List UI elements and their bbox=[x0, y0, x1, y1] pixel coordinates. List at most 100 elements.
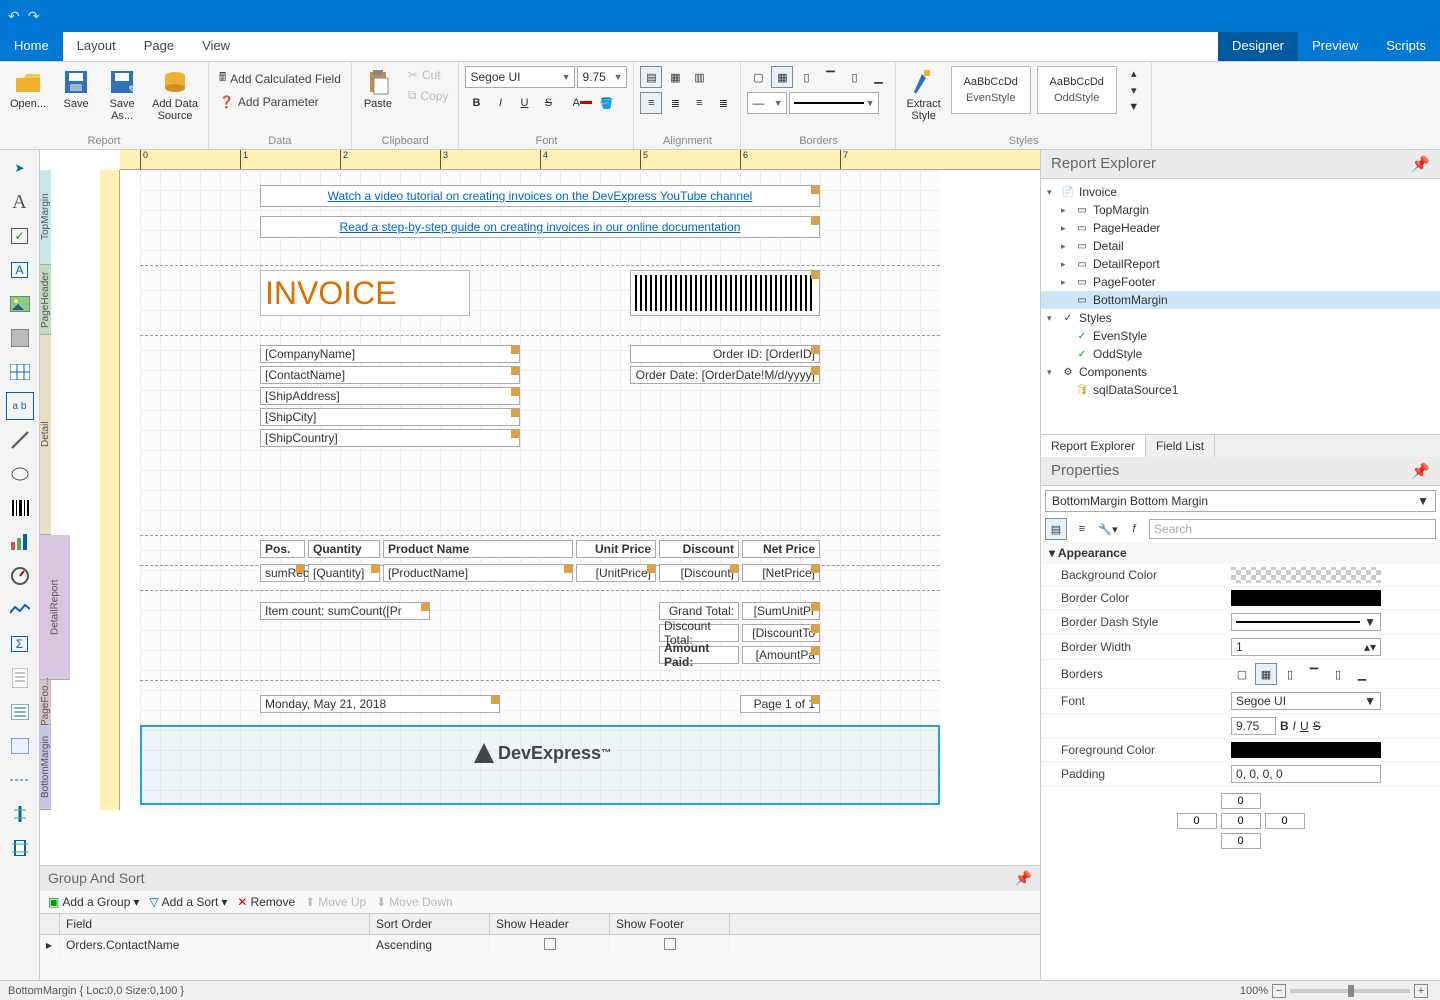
pin-icon[interactable]: 📌 bbox=[1411, 155, 1430, 173]
add-group-button[interactable]: ▣Add a Group ▾ bbox=[48, 895, 139, 909]
character-comb-tool[interactable]: a b bbox=[6, 392, 34, 420]
style-down-button[interactable]: ▾ bbox=[1123, 83, 1145, 98]
cut-button[interactable]: ✂Cut bbox=[404, 66, 453, 84]
field-brand[interactable]: DevExpress™ bbox=[470, 740, 625, 766]
border-none-button[interactable]: ▢ bbox=[747, 66, 769, 88]
col-prod[interactable]: Product Name bbox=[383, 540, 573, 558]
prop-borderwidth[interactable]: 1▴▾ bbox=[1231, 638, 1440, 656]
cell-disc[interactable]: [Discount] bbox=[659, 564, 739, 582]
lbl-grand[interactable]: Grand Total: bbox=[659, 602, 739, 620]
redo-icon[interactable]: ↷ bbox=[28, 8, 40, 25]
col-sort[interactable]: Sort Order bbox=[370, 914, 490, 934]
col-showfooter[interactable]: Show Footer bbox=[610, 914, 730, 934]
prop-cat-appearance[interactable]: ▾ Appearance bbox=[1041, 542, 1440, 564]
prop-borders[interactable]: ▢▦ ▯▔▯▁ bbox=[1231, 663, 1440, 685]
prop-font[interactable]: Segoe UI▼ bbox=[1231, 692, 1440, 710]
pin-icon[interactable]: 📌 bbox=[1015, 870, 1032, 887]
cell-prod[interactable]: [ProductName] bbox=[383, 564, 573, 582]
val-grand[interactable]: [SumUnitPr bbox=[742, 602, 820, 620]
horizontal-ruler[interactable]: 0 1 2 3 4 5 6 7 bbox=[120, 150, 1040, 170]
move-down-button[interactable]: ⬇Move Down bbox=[376, 895, 452, 909]
col-disc[interactable]: Discount bbox=[659, 540, 739, 558]
paste-button[interactable]: Paste bbox=[358, 66, 398, 112]
cell-net[interactable]: [NetPrice] bbox=[742, 564, 820, 582]
undo-icon[interactable]: ↶ bbox=[8, 8, 20, 25]
field-city[interactable]: [ShipCity] bbox=[260, 408, 520, 426]
zoom-in-button[interactable]: + bbox=[1414, 984, 1428, 998]
tab-home[interactable]: Home bbox=[0, 32, 63, 61]
lbl-disctot[interactable]: Discount Total: bbox=[659, 624, 739, 642]
border-width-combo[interactable]: —▼ bbox=[747, 92, 787, 114]
underline-button[interactable]: U bbox=[513, 92, 535, 114]
crossband-line-tool[interactable] bbox=[6, 800, 34, 828]
wrench-button[interactable]: 🔧▾ bbox=[1097, 518, 1119, 540]
field-orderdate[interactable]: Order Date: [OrderDate!M/d/yyyy] bbox=[630, 366, 820, 384]
panel-tab-report-explorer[interactable]: Report Explorer bbox=[1041, 435, 1146, 457]
tab-page[interactable]: Page bbox=[130, 32, 188, 61]
cell-unit[interactable]: [UnitPrice] bbox=[576, 564, 656, 582]
font-color-button[interactable]: A bbox=[571, 92, 593, 114]
font-family-combo[interactable]: Segoe UI▼ bbox=[465, 66, 575, 88]
open-button[interactable]: Open... bbox=[6, 66, 50, 112]
val-disctot[interactable]: [DiscountTo bbox=[742, 624, 820, 642]
field-company[interactable]: [CompanyName] bbox=[260, 345, 520, 363]
tree-pageheader[interactable]: ▸▭PageHeader bbox=[1041, 219, 1440, 237]
prop-fgcolor[interactable] bbox=[1231, 742, 1440, 758]
field-contact[interactable]: [ContactName] bbox=[260, 366, 520, 384]
align-top-center-button[interactable]: ▦ bbox=[664, 66, 686, 88]
zoom-slider[interactable] bbox=[1290, 989, 1410, 993]
tab-scripts[interactable]: Scripts bbox=[1372, 32, 1440, 61]
field-link2[interactable]: Read a step-by-step guide on creating in… bbox=[260, 216, 820, 238]
band-topmargin[interactable]: TopMargin bbox=[40, 170, 51, 265]
field-country[interactable]: [ShipCountry] bbox=[260, 429, 520, 447]
prop-padding-editor[interactable] bbox=[1041, 787, 1440, 855]
tab-preview[interactable]: Preview bbox=[1298, 32, 1372, 61]
tree-invoice[interactable]: ▾📄Invoice bbox=[1041, 183, 1440, 201]
line-tool[interactable] bbox=[6, 426, 34, 454]
table-tool[interactable] bbox=[6, 358, 34, 386]
prop-fontstyle[interactable]: 9.75 B I U S bbox=[1231, 717, 1440, 735]
field-itemcount[interactable]: Item count: sumCount([Pr bbox=[260, 602, 430, 620]
prop-padding[interactable]: 0, 0, 0, 0 bbox=[1231, 765, 1440, 783]
save-button[interactable]: Save bbox=[56, 66, 96, 112]
field-title[interactable]: INVOICE bbox=[260, 270, 470, 316]
extract-style-button[interactable]: Extract Style bbox=[902, 66, 944, 124]
lbl-amount[interactable]: Amount Paid: bbox=[659, 646, 739, 664]
remove-button[interactable]: ✕Remove bbox=[237, 895, 295, 909]
border-top-button[interactable]: ▔ bbox=[819, 66, 841, 88]
field-link1[interactable]: Watch a video tutorial on creating invoi… bbox=[260, 185, 820, 207]
style-more-button[interactable]: ▼ bbox=[1123, 100, 1145, 114]
align-justify-button[interactable]: ≣ bbox=[712, 92, 734, 114]
cell-pos[interactable]: sumRec bbox=[260, 564, 305, 582]
tree-components[interactable]: ▾⚙Components bbox=[1041, 363, 1440, 381]
chart-tool[interactable] bbox=[6, 528, 34, 556]
tree-detailreport[interactable]: ▸▭DetailReport bbox=[1041, 255, 1440, 273]
col-field[interactable]: Field bbox=[60, 914, 370, 934]
property-search[interactable]: Search bbox=[1149, 519, 1436, 539]
tree-bottommargin[interactable]: ▭BottomMargin bbox=[1041, 291, 1440, 309]
picture-tool[interactable] bbox=[6, 290, 34, 318]
band-bottommargin[interactable]: BottomMargin bbox=[40, 725, 51, 810]
back-color-button[interactable]: 🪣 bbox=[595, 92, 617, 114]
copy-button[interactable]: ⧉Copy bbox=[404, 86, 453, 105]
subreport-tool[interactable] bbox=[6, 664, 34, 692]
pageinfo-tool[interactable] bbox=[6, 732, 34, 760]
group-row[interactable]: ▸ Orders.ContactName Ascending bbox=[40, 935, 1040, 956]
pointer-tool[interactable]: ➤ bbox=[6, 154, 34, 182]
add-calculated-field-button[interactable]: 🖩Add Calculated Field bbox=[215, 66, 345, 91]
view-alpha-button[interactable]: ≡ bbox=[1071, 518, 1093, 540]
view-categorized-button[interactable]: ▤ bbox=[1045, 518, 1067, 540]
col-net[interactable]: Net Price bbox=[742, 540, 820, 558]
field-date[interactable]: Monday, May 21, 2018 bbox=[260, 695, 500, 713]
vertical-ruler[interactable] bbox=[100, 170, 120, 810]
field-address[interactable]: [ShipAddress] bbox=[260, 387, 520, 405]
pin-icon[interactable]: 📌 bbox=[1411, 462, 1430, 480]
border-all-button[interactable]: ▦ bbox=[771, 66, 793, 88]
border-right-button[interactable]: ▯ bbox=[843, 66, 865, 88]
style-up-button[interactable]: ▴ bbox=[1123, 66, 1145, 81]
move-up-button[interactable]: ⬆Move Up bbox=[305, 895, 366, 909]
tree-pagefooter[interactable]: ▸▭PageFooter bbox=[1041, 273, 1440, 291]
report-canvas[interactable]: Watch a video tutorial on creating invoi… bbox=[140, 170, 940, 810]
barcode-tool[interactable] bbox=[6, 494, 34, 522]
tab-view[interactable]: View bbox=[188, 32, 244, 61]
